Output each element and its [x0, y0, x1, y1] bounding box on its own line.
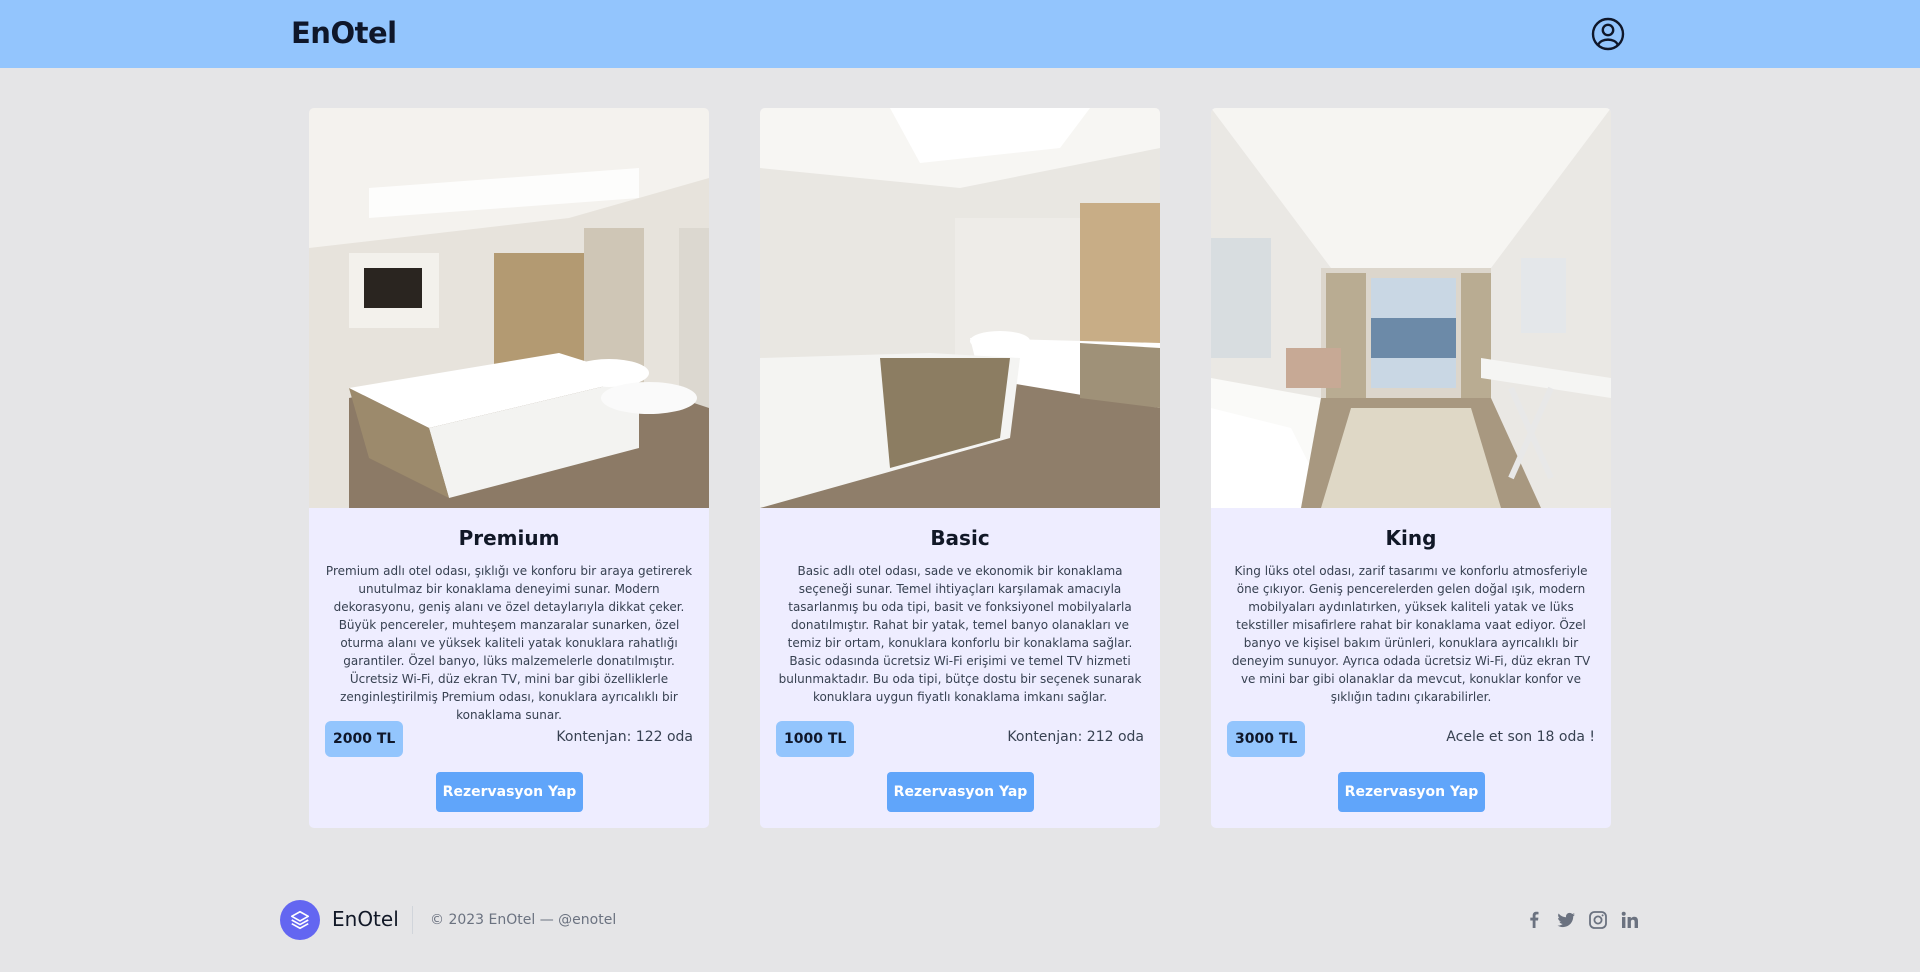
reservation-button[interactable]: Rezervasyon Yap: [1338, 772, 1485, 812]
linkedin-link[interactable]: [1620, 910, 1640, 930]
reservation-button[interactable]: Rezervasyon Yap: [887, 772, 1034, 812]
capacity-text: Acele et son 18 oda !: [1446, 729, 1595, 745]
user-account-button[interactable]: [1591, 17, 1625, 51]
facebook-icon: [1530, 911, 1539, 928]
price-badge: 3000 TL: [1227, 721, 1306, 757]
room-photo-premium: [309, 108, 709, 508]
twitter-link[interactable]: [1556, 910, 1576, 930]
copyright-text: © 2023 EnOtel — @enotel: [430, 912, 617, 928]
room-title: Basic: [930, 526, 990, 550]
user-circle-icon: [1591, 17, 1625, 51]
brand-logo[interactable]: EnOtel: [291, 16, 397, 50]
linkedin-icon: [1621, 911, 1638, 928]
instagram-link[interactable]: [1588, 910, 1608, 930]
room-card-king: King King lüks otel odası, zarif tasarım…: [1211, 108, 1611, 828]
room-description: Premium adlı otel odası, şıklığı ve konf…: [325, 564, 693, 722]
footer-divider: [412, 906, 413, 934]
room-card-premium: Premium Premium adlı otel odası, şıklığı…: [309, 108, 709, 828]
room-description: Basic adlı otel odası, sade ve ekonomik …: [778, 564, 1142, 704]
room-card-basic: Basic Basic adlı otel odası, sade ve eko…: [760, 108, 1160, 828]
layers-icon: [290, 910, 310, 930]
room-title: King: [1385, 526, 1437, 550]
instagram-icon: [1589, 911, 1607, 929]
room-photo-king: [1211, 108, 1611, 508]
facebook-link[interactable]: [1524, 910, 1544, 930]
price-badge: 2000 TL: [325, 721, 404, 757]
footer-logo[interactable]: [280, 900, 320, 940]
room-description: King lüks otel odası, zarif tasarımı ve …: [1231, 564, 1591, 704]
room-title: Premium: [458, 526, 560, 550]
top-navbar: EnOtel: [0, 0, 1920, 68]
price-badge: 1000 TL: [776, 721, 855, 757]
capacity-text: Kontenjan: 122 oda: [556, 729, 693, 745]
capacity-text: Kontenjan: 212 oda: [1007, 729, 1144, 745]
twitter-icon: [1557, 912, 1575, 928]
footer: EnOtel © 2023 EnOtel — @enotel: [0, 880, 1920, 960]
reservation-button[interactable]: Rezervasyon Yap: [436, 772, 583, 812]
footer-brand: EnOtel: [332, 907, 399, 931]
room-photo-basic: [760, 108, 1160, 508]
